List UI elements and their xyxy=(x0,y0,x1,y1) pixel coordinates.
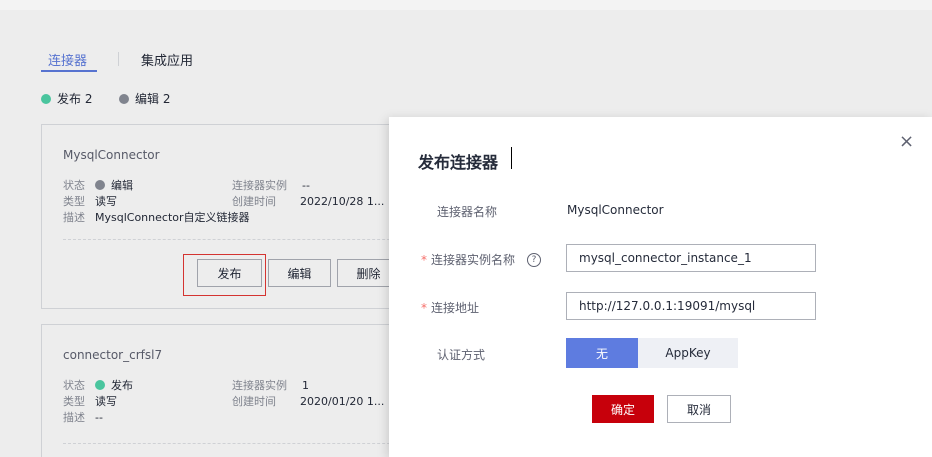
instance-name-input[interactable]: mysql_connector_instance_1 xyxy=(566,244,816,272)
auth-method-label: 认证方式 xyxy=(437,348,486,362)
address-input[interactable]: http://127.0.0.1:19091/mysql xyxy=(566,292,816,320)
publish-connector-dialog: 发布连接器 × 连接器名称 MysqlConnector * 连接器实例名称 ?… xyxy=(389,117,932,457)
dialog-title: 发布连接器 xyxy=(418,153,499,172)
cancel-button[interactable]: 取消 xyxy=(667,395,731,423)
required-mark: * xyxy=(421,252,427,267)
address-label: 连接地址 xyxy=(431,301,480,315)
instance-name-label-row: * 连接器实例名称 ? xyxy=(421,251,542,268)
help-icon[interactable]: ? xyxy=(527,252,542,267)
auth-option-appkey[interactable]: AppKey xyxy=(638,338,738,368)
text-cursor xyxy=(511,147,512,169)
connector-name-label: 连接器名称 xyxy=(437,205,498,219)
address-label-row: * 连接地址 xyxy=(421,299,479,316)
confirm-button[interactable]: 确定 xyxy=(592,395,654,423)
instance-name-label: 连接器实例名称 xyxy=(431,253,516,267)
auth-option-none[interactable]: 无 xyxy=(566,338,638,368)
close-icon[interactable]: × xyxy=(899,131,914,152)
top-bar xyxy=(0,0,932,10)
required-mark: * xyxy=(421,300,427,315)
connector-name-value: MysqlConnector xyxy=(567,203,664,217)
